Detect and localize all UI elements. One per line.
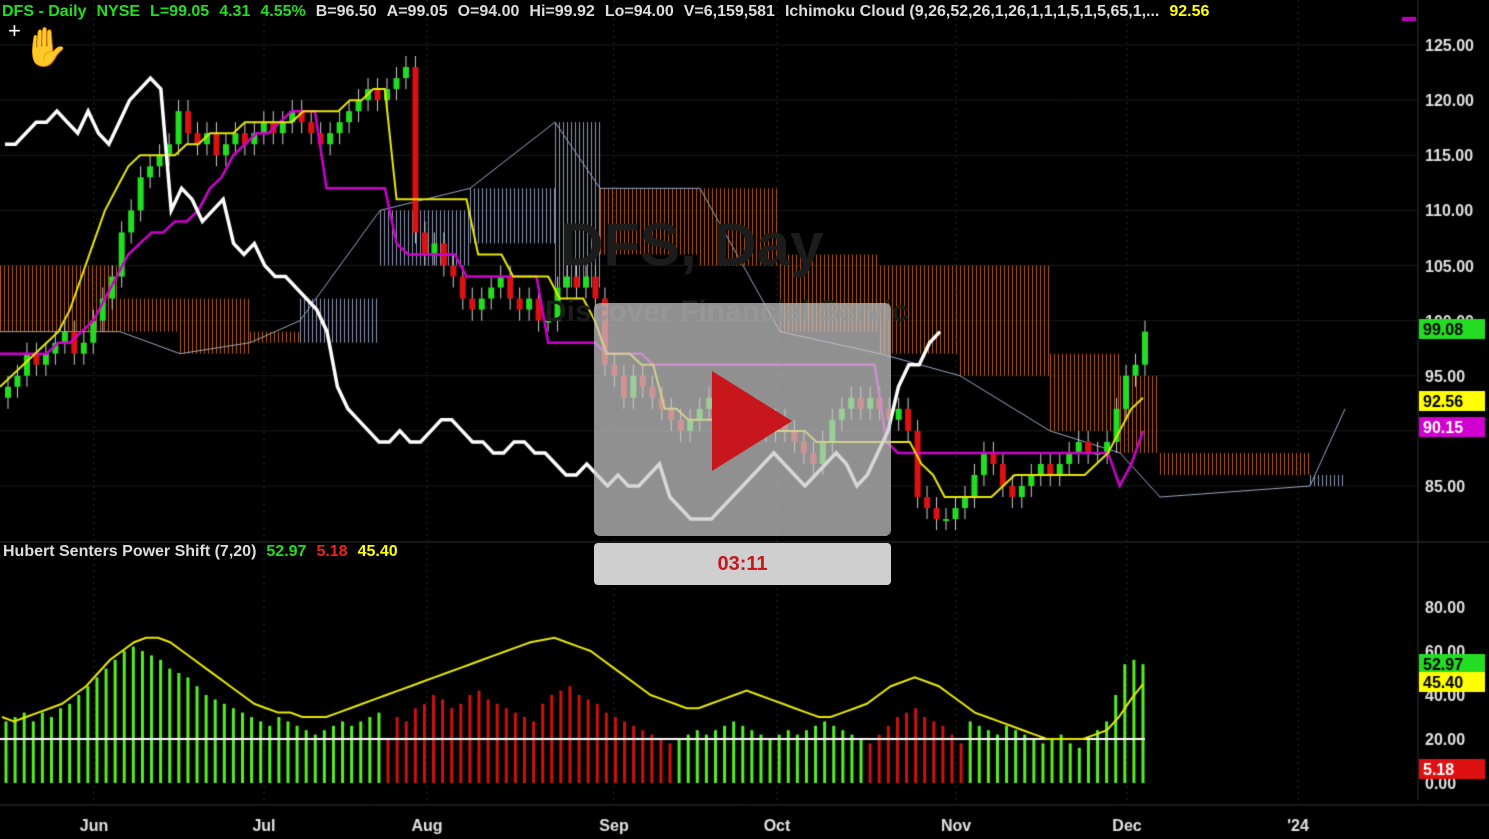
video-time: 03:11 — [594, 543, 891, 585]
last-price: L=99.05 — [150, 3, 210, 20]
oscillator-v2: 5.18 — [316, 543, 348, 560]
crosshair-icon[interactable]: + — [8, 20, 21, 42]
bid-value: B=96.50 — [315, 3, 377, 20]
oscillator-v1: 52.97 — [266, 543, 307, 560]
hand-pointer-icon: ✋ — [22, 27, 70, 69]
indicator-label: Ichimoku Cloud (9,26,52,26,1,26,1,1,1,5,… — [784, 3, 1160, 20]
oscillator-v3: 45.40 — [357, 543, 398, 560]
high-value: Hi=99.92 — [529, 3, 595, 20]
video-play-overlay[interactable] — [594, 303, 891, 536]
oscillator-name: Hubert Senters Power Shift (7,20) — [3, 543, 257, 560]
ask-value: A=99.05 — [386, 3, 448, 20]
symbol-watermark: DFS, Day — [560, 211, 824, 278]
indicator-value: 92.56 — [1169, 3, 1210, 20]
change-value: 4.31 — [219, 3, 251, 20]
low-value: Lo=94.00 — [604, 3, 674, 20]
scroll-handle-icon[interactable]: ▬ — [1402, 8, 1416, 24]
change-pct: 4.55% — [260, 3, 306, 20]
exchange-label: NYSE — [96, 3, 141, 20]
oscillator-header: Hubert Senters Power Shift (7,20) 52.97 5.… — [3, 543, 408, 561]
open-value: O=94.00 — [457, 3, 520, 20]
chart-header: DFS - Daily NYSE L=99.05 4.31 4.55% B=96.50 A=… — [2, 3, 1219, 21]
play-icon[interactable] — [712, 371, 792, 471]
volume-value: V=6,159,581 — [683, 3, 775, 20]
